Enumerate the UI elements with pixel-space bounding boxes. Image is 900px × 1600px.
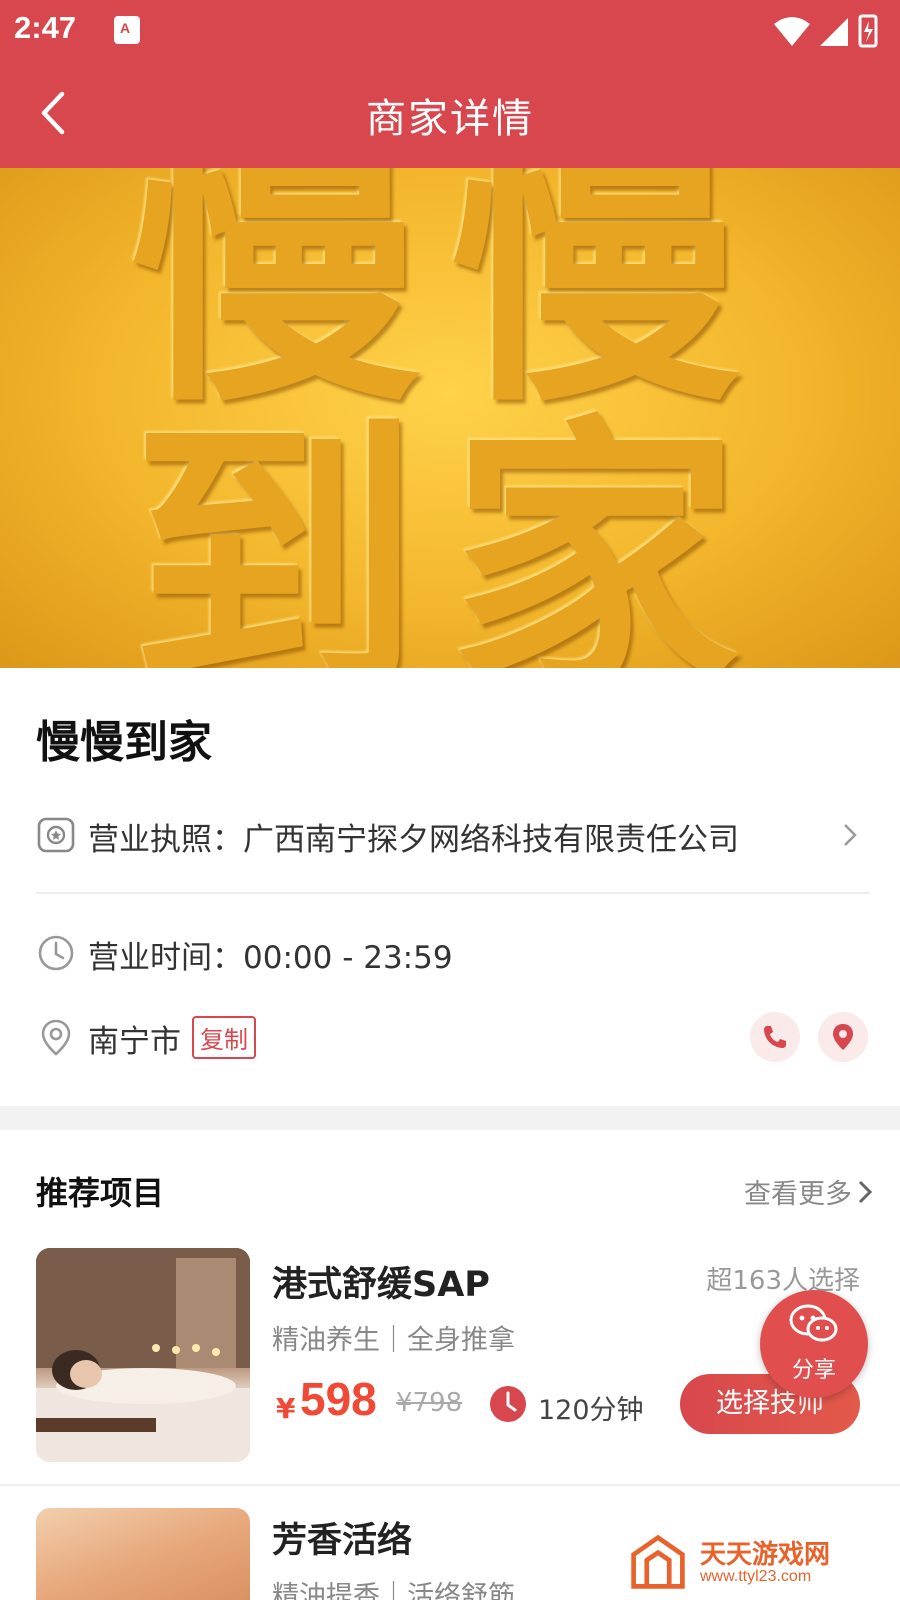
original-price: ¥798	[396, 1388, 463, 1418]
share-button[interactable]: 分享	[760, 1290, 868, 1398]
price-currency: ¥	[276, 1392, 296, 1425]
chevron-right-icon[interactable]	[856, 1178, 874, 1206]
service-name[interactable]: 港式舒缓SAP	[272, 1256, 490, 1307]
business-hours-row: 营业时间：00:00 - 23:59	[36, 928, 866, 978]
chevron-right-icon	[844, 824, 857, 846]
page-title: 商家详情	[366, 96, 534, 142]
map-pin-icon	[833, 1024, 853, 1050]
location-pin-icon	[41, 1019, 71, 1056]
top-bar: 2:47 A 商家详情	[0, 0, 900, 168]
service-image[interactable]	[36, 1248, 250, 1462]
store-name: 慢慢到家	[36, 717, 212, 768]
banner-logo-text: 慢慢到家	[130, 168, 770, 668]
service-image[interactable]	[36, 1508, 250, 1600]
section-title: 推荐项目	[36, 1174, 165, 1212]
clock-icon	[38, 935, 74, 971]
signal-icon	[820, 18, 848, 46]
divider	[36, 892, 870, 894]
site-watermark: 天天游戏网 www.ttyl23.com	[628, 1530, 878, 1594]
app-notification-icon: A	[114, 16, 140, 44]
status-bar: 2:47 A	[0, 0, 900, 64]
wifi-icon	[774, 17, 810, 46]
watermark-title: 天天游戏网	[700, 1540, 831, 1570]
service-duration: 120分钟	[538, 1395, 644, 1426]
service-tags: 精油提香｜活络舒筋	[272, 1581, 515, 1600]
business-license-row[interactable]: 营业执照：广西南宁探夕网络科技有限责任公司	[36, 810, 866, 860]
watermark-url: www.ttyl23.com	[700, 1568, 812, 1585]
status-time: 2:47	[14, 10, 77, 45]
license-badge-icon	[37, 817, 75, 853]
service-tags: 精油养生｜全身推拿	[272, 1325, 515, 1356]
wechat-icon	[789, 1304, 838, 1342]
store-city: 南宁市	[88, 1024, 181, 1060]
address-row: 南宁市 复制	[36, 1012, 866, 1062]
watermark-logo-icon	[631, 1534, 685, 1589]
service-name[interactable]: 芳香活络	[272, 1512, 412, 1563]
business-license-label: 营业执照：广西南宁探夕网络科技有限责任公司	[88, 822, 739, 858]
service-selection-count: 超163人选择	[706, 1266, 860, 1296]
copy-address-button[interactable]: 复制	[192, 1016, 256, 1059]
section-gap	[0, 1106, 900, 1130]
navigate-button[interactable]	[818, 1012, 868, 1062]
spa-photo	[36, 1248, 250, 1462]
see-more-link[interactable]: 查看更多	[744, 1172, 852, 1211]
duration-clock-icon	[490, 1386, 526, 1422]
call-button[interactable]	[750, 1012, 800, 1062]
system-status-icons	[774, 14, 878, 48]
share-label: 分享	[791, 1358, 836, 1383]
store-banner-image: 慢慢到家	[0, 168, 900, 668]
item-divider	[0, 1484, 900, 1486]
service-price: 598	[300, 1373, 377, 1425]
phone-icon	[764, 1026, 786, 1048]
business-hours-label: 营业时间：00:00 - 23:59	[88, 940, 453, 976]
